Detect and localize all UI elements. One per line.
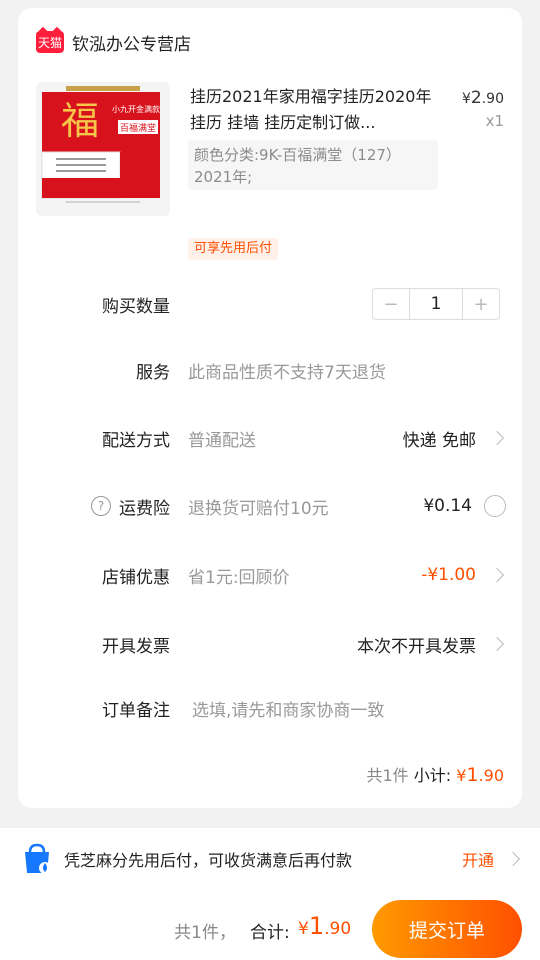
quantity-stepper[interactable]: − 1 + (372, 288, 500, 320)
note-input[interactable]: 选填,请先和商家协商一致 (192, 696, 384, 721)
quantity-input[interactable]: 1 (409, 289, 463, 319)
order-card: 天猫 钦泓办公专营店 福 小九开金满款 百福满堂 挂历2021年家用福字挂历20… (18, 8, 522, 808)
insurance-value: 退换货可赔付10元 (188, 498, 329, 519)
note-row: 订单备注 选填,请先和商家协商一致 (18, 688, 522, 728)
open-zhima-button[interactable]: 开通 (462, 847, 494, 871)
discount-value: 省1元:回顾价 (188, 567, 290, 588)
chevron-right-icon (505, 851, 521, 867)
product-image[interactable]: 福 小九开金满款 百福满堂 (36, 82, 170, 216)
product-sku: 颜色分类:9K-百福满堂（127）2021年; (188, 140, 438, 190)
zhima-text: 凭芝麻分先用后付，可收货满意后再付款 (64, 851, 353, 870)
discount-label: 店铺优惠 (102, 567, 170, 588)
svg-text:福: 福 (61, 99, 99, 143)
total-count: 共1件， (174, 923, 236, 943)
chevron-right-icon (489, 430, 505, 446)
total-label: 合计: (250, 923, 290, 943)
decrease-button[interactable]: − (373, 289, 409, 319)
quantity-label: 购买数量 (102, 296, 170, 317)
service-value: 此商品性质不支持7天退货 (188, 362, 386, 383)
invoice-label: 开具发票 (102, 636, 170, 657)
invoice-option: 本次不开具发票 (357, 636, 476, 657)
insurance-price: ¥0.14 (423, 496, 472, 516)
delivery-option: 快递 免邮 (402, 430, 476, 451)
delivery-value: 普通配送 (188, 430, 256, 451)
service-label: 服务 (136, 362, 170, 383)
subtotal: 共1件 小计: ¥1.90 (366, 764, 504, 786)
checkout-bar: 共1件， 合计: ¥1.90 提交订单 (0, 890, 540, 960)
insurance-radio[interactable] (484, 495, 506, 517)
chevron-right-icon (489, 636, 505, 652)
submit-order-button[interactable]: 提交订单 (372, 900, 522, 958)
note-label: 订单备注 (102, 700, 170, 721)
discount-amount: -¥1.00 (421, 565, 476, 585)
tmall-logo-icon: 天猫 (36, 31, 64, 53)
svg-text:百福满堂: 百福满堂 (120, 122, 156, 134)
insurance-label: ? 运费险 (91, 494, 170, 519)
product-title[interactable]: 挂历2021年家用福字挂历2020年挂历 挂墙 挂历定制订做... (190, 84, 440, 136)
chevron-right-icon (489, 567, 505, 583)
total-amount: ¥1.90 (298, 912, 352, 940)
increase-button[interactable]: + (463, 289, 499, 319)
pay-later-badge: 可享先用后付 (188, 238, 279, 260)
store-header[interactable]: 天猫 钦泓办公专营店 (36, 28, 191, 56)
delivery-label: 配送方式 (102, 430, 170, 451)
shopping-bag-icon (20, 842, 54, 880)
zhima-pay-later-bar[interactable]: 凭芝麻分先用后付，可收货满意后再付款 开通 (0, 828, 540, 890)
delivery-row[interactable]: 配送方式 普通配送 快递 免邮 (18, 418, 522, 458)
svg-text:小九开金满款: 小九开金满款 (112, 104, 160, 114)
product-quantity: x1 (485, 112, 504, 130)
store-name[interactable]: 钦泓办公专营店 (72, 30, 191, 55)
invoice-row[interactable]: 开具发票 本次不开具发票 (18, 624, 522, 664)
help-icon[interactable]: ? (91, 496, 111, 516)
insurance-row[interactable]: ? 运费险 退换货可赔付10元 ¥0.14 (18, 486, 522, 526)
discount-row[interactable]: 店铺优惠 省1元:回顾价 -¥1.00 (18, 555, 522, 595)
service-row: 服务 此商品性质不支持7天退货 (18, 350, 522, 390)
product-price: ¥2.90 (461, 88, 504, 108)
